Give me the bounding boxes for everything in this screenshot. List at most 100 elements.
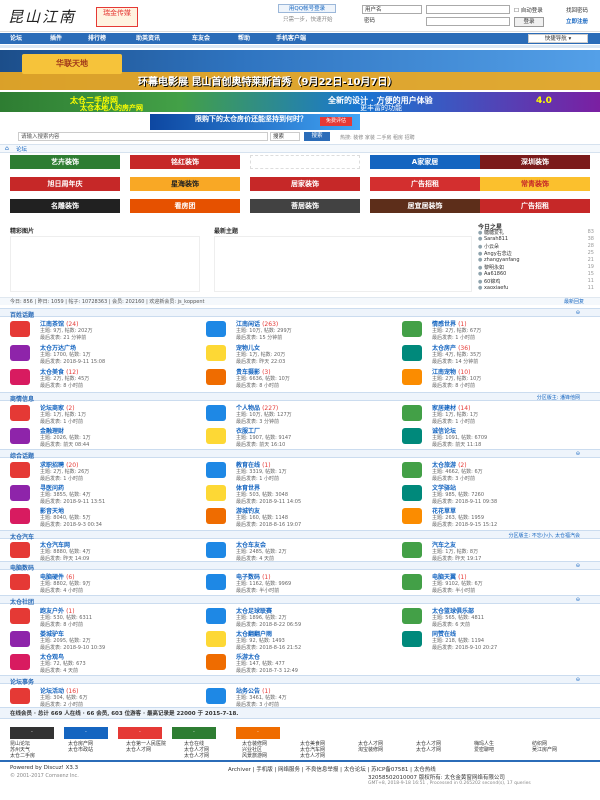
friend-link[interactable]: 爱密聊吧 xyxy=(474,746,494,753)
forum-item[interactable]: 太仓足球联赛 主题: 1896, 帖数: 2万 最后发表: 2018-8-22 0… xyxy=(206,606,396,630)
forum-item[interactable]: 同赞在线 主题: 218, 帖数: 1194 最后发表: 2018-9-10 20… xyxy=(402,629,592,653)
forum-icon[interactable] xyxy=(206,405,226,421)
hot-searches[interactable]: 热搜: 装修 家装 二手房 租房 招聘 xyxy=(340,134,415,141)
quick-nav-button[interactable]: 快捷导航 ▾ xyxy=(528,34,588,43)
ad-tile-empty[interactable] xyxy=(250,155,360,169)
find-password-link[interactable]: 找回密码 xyxy=(566,6,588,14)
forum-icon[interactable] xyxy=(206,345,226,361)
forum-last-post[interactable]: 最后发表: 2018-9-3 00:34 xyxy=(40,521,102,528)
forum-last-post[interactable]: 最后发表: 15 分钟前 xyxy=(236,334,282,341)
forum-item[interactable]: 教育在线 (1) 主题: 3319, 帖数: 1万 最后发表: 1 小时前 xyxy=(206,460,396,484)
section-header[interactable]: 论坛事务 ⊖ xyxy=(0,675,600,686)
ad-tile[interactable]: 看房团 xyxy=(130,199,240,213)
friend-link[interactable]: 太仓二手房 xyxy=(10,752,35,759)
friend-link[interactable]: 太仓人才网 xyxy=(416,746,441,753)
forum-last-post[interactable]: 最后发表: 8 小时前 xyxy=(40,382,83,389)
forum-icon[interactable] xyxy=(402,574,422,590)
forum-icon[interactable] xyxy=(10,428,30,444)
forum-last-post[interactable]: 最后发表: 2018-9-11 09:38 xyxy=(432,498,497,505)
forum-icon[interactable] xyxy=(402,428,422,444)
forum-icon[interactable] xyxy=(402,542,422,558)
ad-tile[interactable]: 深圳装饰 xyxy=(480,155,590,169)
ad-tile[interactable]: 艺卉装饰 xyxy=(10,155,120,169)
sponsor-logo[interactable]: 瑞金传媒 xyxy=(96,7,138,27)
forum-last-post[interactable]: 最后发表: 1 小时前 xyxy=(40,475,83,482)
collapse-icon[interactable]: ⊖ xyxy=(576,563,580,569)
nav-item-news[interactable]: 助英资讯 xyxy=(136,33,160,44)
forum-last-post[interactable]: 最后发表: 半小时前 xyxy=(236,587,279,594)
rank-row[interactable]: ● xaoxiaefu 11 xyxy=(478,285,596,293)
friend-link[interactable]: 吴江房产网 xyxy=(532,746,557,753)
forum-item[interactable]: 太仓篮球俱乐部 主题: 565, 帖数: 4811 最后发表: 6 天前 xyxy=(402,606,592,630)
ad-tile[interactable]: 星海装饰 xyxy=(130,177,240,191)
banner-ad-3-button[interactable]: 免费评估 xyxy=(320,117,352,126)
forum-last-post[interactable]: 最后发表: 2018-9-11 15:08 xyxy=(40,358,105,365)
ad-tile[interactable]: 常青装饰 xyxy=(480,177,590,191)
forum-last-post[interactable]: 最后发表: 8 小时前 xyxy=(236,382,279,389)
forum-item[interactable]: 花花草草 主题: 263, 帖数: 1959 最后发表: 2018-9-15 15… xyxy=(402,506,592,530)
forum-item[interactable]: 江南茶馆 (24) 主题: 9万, 帖数: 202万 最后发表: 21 分钟前 xyxy=(10,319,200,343)
forum-item[interactable]: 太仓翻翻户雨 主题: 92, 帖数: 1493 最后发表: 2018-8-16 2… xyxy=(206,629,396,653)
forum-icon[interactable] xyxy=(402,631,422,647)
collapse-icon[interactable]: ⊖ xyxy=(576,310,580,316)
collapse-icon[interactable]: ⊖ xyxy=(576,451,580,457)
forum-item[interactable]: 太仓美食 (12) 主题: 2万, 帖数: 45万 最后发表: 8 小时前 xyxy=(10,367,200,391)
forum-last-post[interactable]: 最后发表: 昨天 22:03 xyxy=(236,358,285,365)
forum-item[interactable]: 体育世界 主题: 503, 帖数: 3048 最后发表: 2018-9-11 14… xyxy=(206,483,396,507)
forum-icon[interactable] xyxy=(402,508,422,524)
friend-link[interactable]: 太仓人才网 xyxy=(184,752,209,759)
ad-tile[interactable]: 旭日周年庆 xyxy=(10,177,120,191)
forum-icon[interactable] xyxy=(402,608,422,624)
forum-last-post[interactable]: 最后发表: 6 天前 xyxy=(432,621,470,628)
ad-tile[interactable]: 铭红装饰 xyxy=(130,155,240,169)
forum-item[interactable]: 游城钓友 主题: 160, 帖数: 1148 最后发表: 2018-8-16 19… xyxy=(206,506,396,530)
login-button[interactable]: 登录 xyxy=(514,17,544,27)
forum-last-post[interactable]: 最后发表: 2018-7-3 12:49 xyxy=(236,667,298,674)
nav-item-help[interactable]: 帮助 xyxy=(238,33,250,44)
forum-last-post[interactable]: 最后发表: 前天 08:44 xyxy=(40,441,89,448)
forum-icon[interactable] xyxy=(10,574,30,590)
search-input[interactable]: 请输入搜索内容 xyxy=(18,132,268,141)
qq-login-button[interactable]: 用QQ帐号登录 xyxy=(278,4,336,13)
forum-last-post[interactable]: 最后发表: 2018-9-15 15:12 xyxy=(432,521,497,528)
forum-icon[interactable] xyxy=(206,508,226,524)
forum-icon[interactable] xyxy=(10,462,30,478)
forum-item[interactable]: 电脑天翼 (1) 主题: 9102, 帖数: 6万 最后发表: 半小时前 xyxy=(402,572,592,596)
forum-icon[interactable] xyxy=(10,542,30,558)
collapse-icon[interactable]: ⊖ xyxy=(576,677,580,683)
ad-tile[interactable]: 居家装饰 xyxy=(250,177,360,191)
partner-logo[interactable]: · xyxy=(236,727,280,739)
forum-item[interactable]: 求职招聘 (20) 主题: 2万, 帖数: 26万 最后发表: 1 小时前 xyxy=(10,460,200,484)
forum-last-post[interactable]: 最后发表: 1 小时前 xyxy=(236,475,279,482)
latest-replies-link[interactable]: 最新回复 xyxy=(564,298,584,305)
home-icon[interactable]: ⌂ xyxy=(5,145,9,152)
username-input[interactable] xyxy=(426,5,510,14)
forum-last-post[interactable]: 最后发表: 14 分钟前 xyxy=(432,358,478,365)
forum-icon[interactable] xyxy=(206,654,226,670)
forum-item[interactable]: 跑友户外 (1) 主题: 530, 帖数: 6311 最后发表: 8 小时前 xyxy=(10,606,200,630)
forum-item[interactable]: 情感世界 (1) 主题: 2万, 帖数: 67万 最后发表: 1 小时前 xyxy=(402,319,592,343)
forum-icon[interactable] xyxy=(402,345,422,361)
forum-icon[interactable] xyxy=(402,485,422,501)
forum-icon[interactable] xyxy=(10,654,30,670)
nav-item-carclub[interactable]: 车友会 xyxy=(192,33,210,44)
password-input[interactable] xyxy=(426,17,510,26)
forum-item[interactable]: 寻医问药 主题: 3855, 帖数: 4万 最后发表: 2018-9-11 13:… xyxy=(10,483,200,507)
forum-last-post[interactable]: 最后发表: 3 小时前 xyxy=(432,475,475,482)
forum-item[interactable]: 个人物品 (227) 主题: 10万, 帖数: 127万 最后发表: 3 分钟前 xyxy=(206,403,396,427)
forum-item[interactable]: 江南闲话 (263) 主题: 10万, 帖数: 299万 最后发表: 15 分钟前 xyxy=(206,319,396,343)
section-header[interactable]: 百姓话题 ⊖ xyxy=(0,308,600,319)
section-moderators[interactable]: 分区版主: 不忘小小, 太仓福汽会 xyxy=(509,532,580,539)
auto-login-checkbox[interactable]: ☐ 自动登录 xyxy=(514,6,543,14)
forum-last-post[interactable]: 最后发表: 2018-8-16 19:07 xyxy=(236,521,301,528)
ad-tile[interactable]: 广告招租 xyxy=(370,177,480,191)
section-header[interactable]: 太仓社团 ⊖ xyxy=(0,595,600,606)
forum-item[interactable]: 太仓观鸟 主题: 72, 帖数: 673 最后发表: 4 天前 xyxy=(10,652,200,676)
forum-icon[interactable] xyxy=(402,462,422,478)
forum-item[interactable]: 太仓旅游 (2) 主题: 4662, 帖数: 6万 最后发表: 3 小时前 xyxy=(402,460,592,484)
forum-last-post[interactable]: 最后发表: 8 小时前 xyxy=(40,621,83,628)
forum-last-post[interactable]: 最后发表: 前天 11:18 xyxy=(432,441,481,448)
ad-tile[interactable]: 菩居装饰 xyxy=(250,199,360,213)
nav-item-plugins[interactable]: 插件 xyxy=(50,33,62,44)
search-button[interactable]: 搜索 xyxy=(304,132,330,141)
